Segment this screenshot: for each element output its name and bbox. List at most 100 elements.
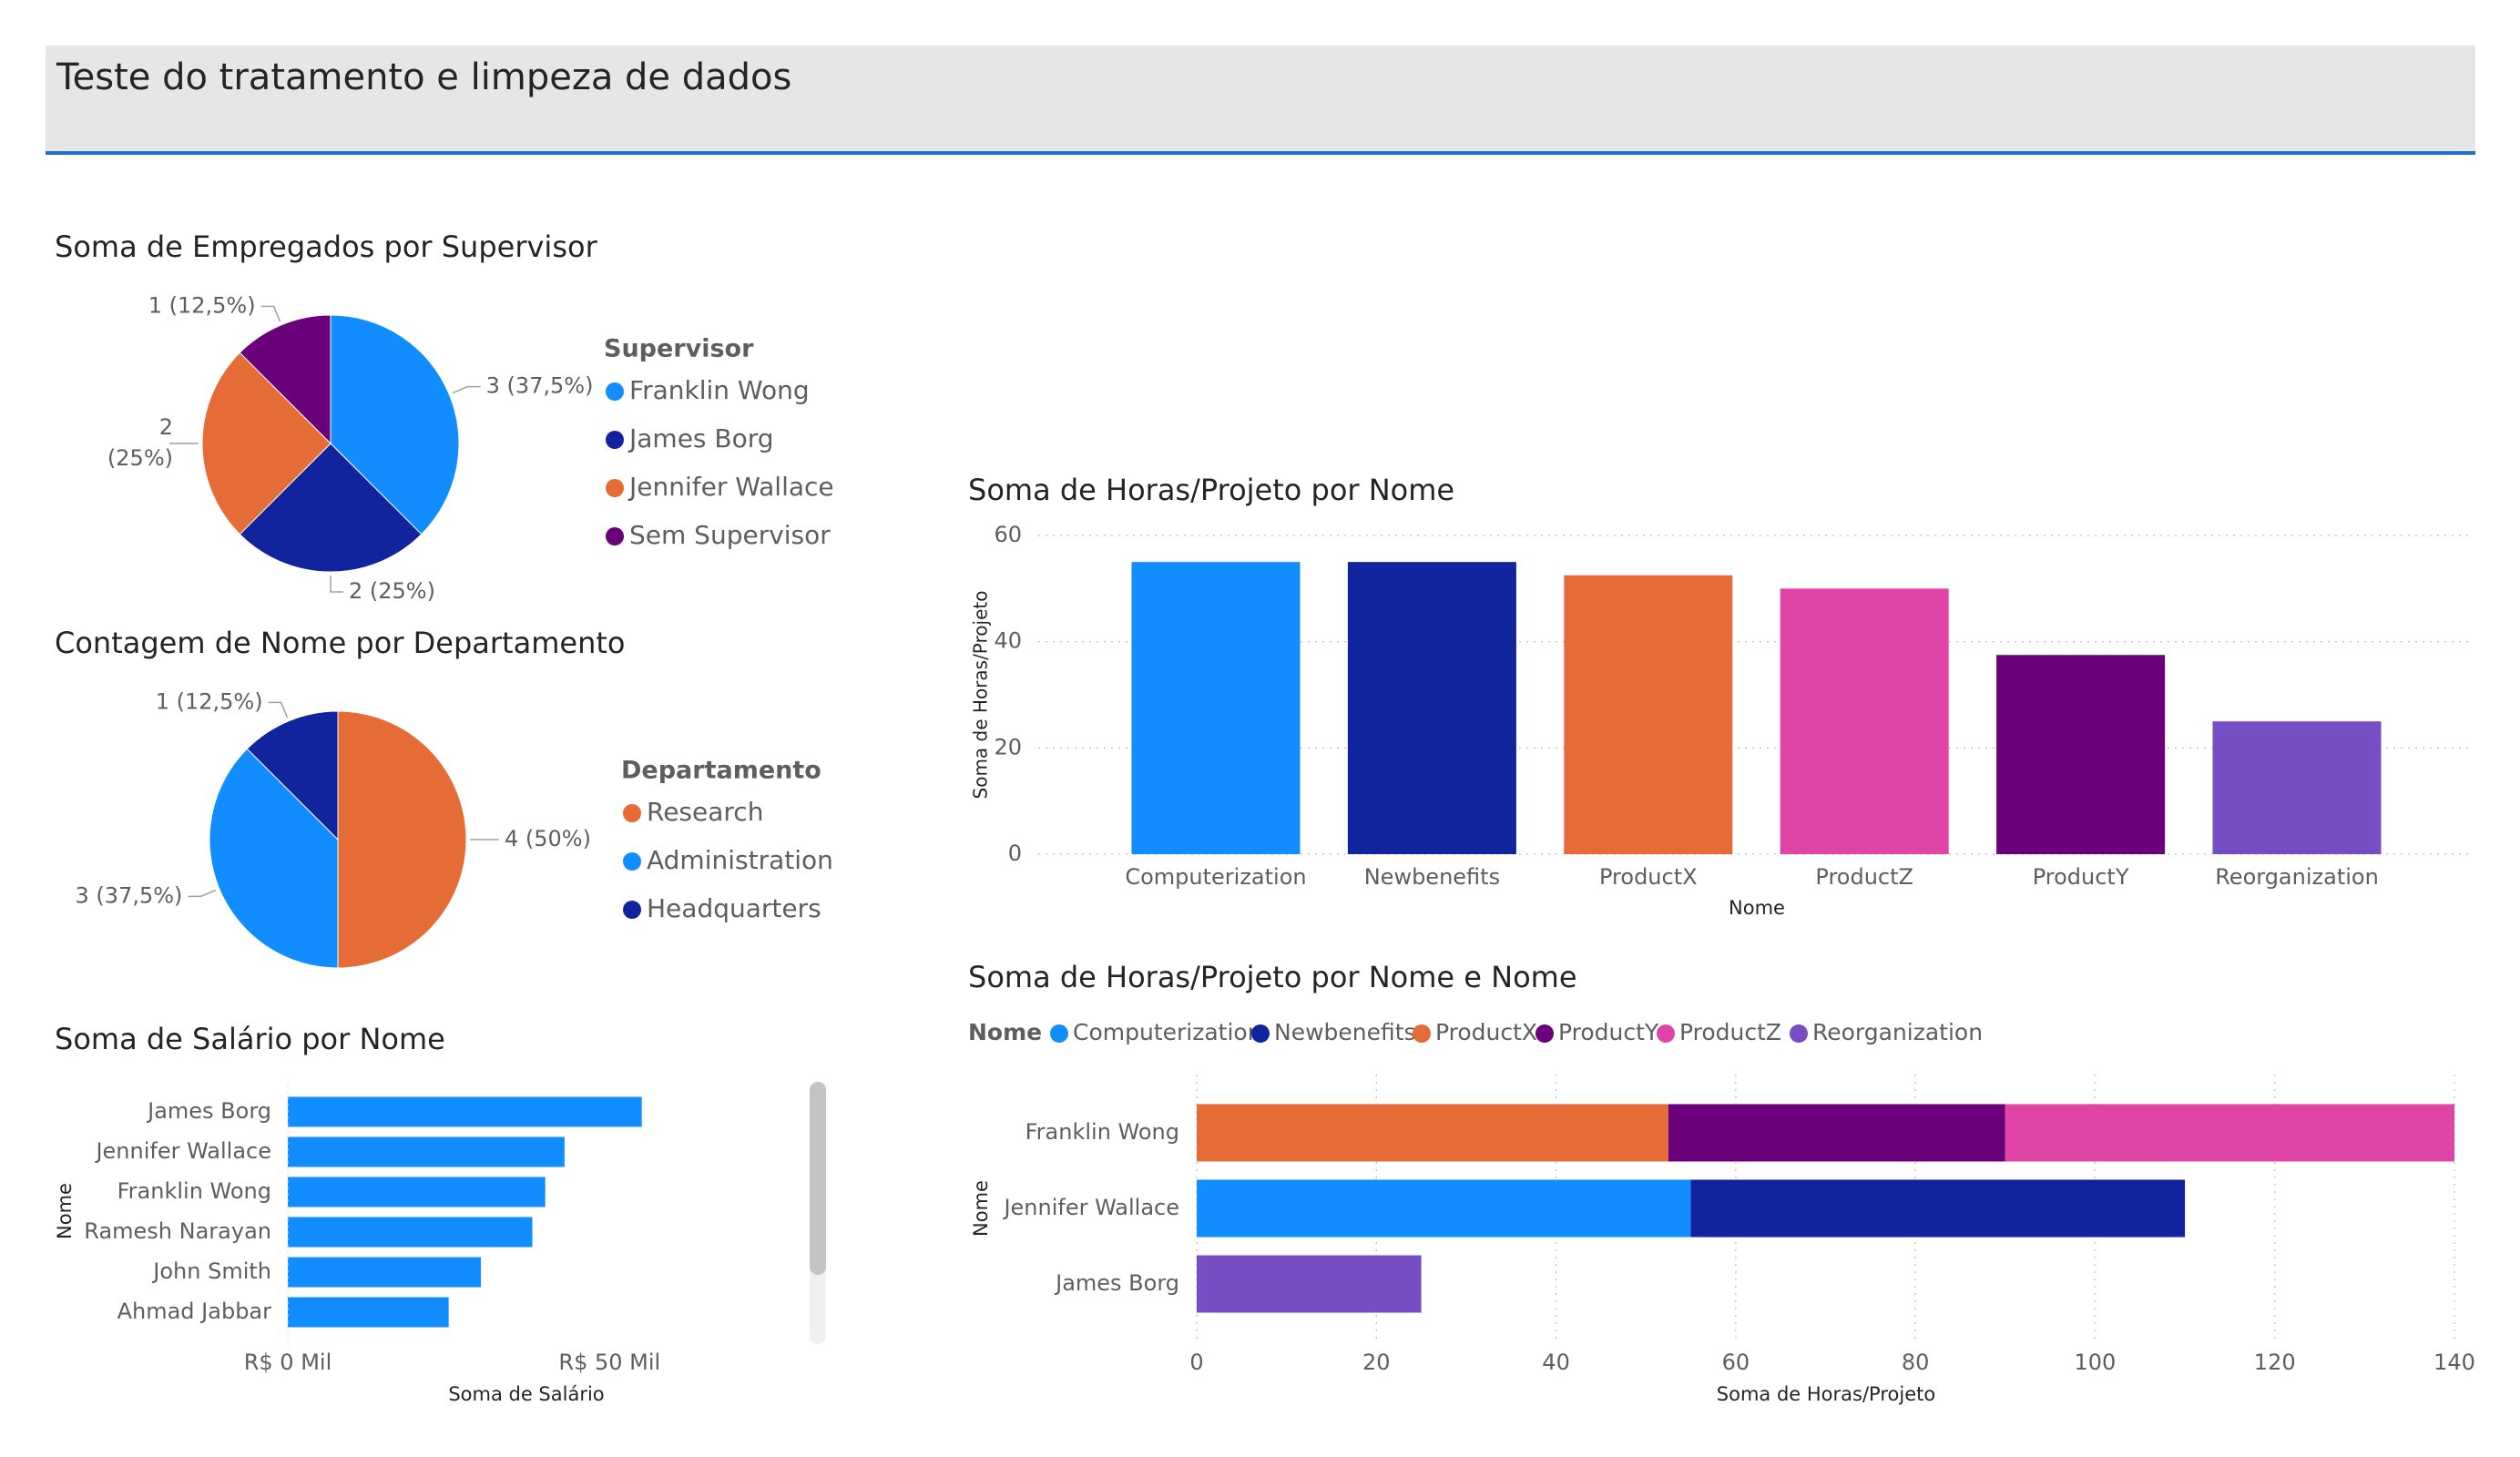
stacked-legend-computerization: Computerization xyxy=(1073,1019,1262,1045)
salary-category-label: Franklin Wong xyxy=(117,1178,271,1204)
stacked-category-label: James Borg xyxy=(1054,1270,1179,1296)
salary-category-label: Ahmad Jabbar xyxy=(117,1299,272,1324)
hours-x-axis-title: Nome xyxy=(1729,897,1785,919)
supervisor-pie-legend-franklin-wong: Franklin Wong xyxy=(629,375,810,405)
supervisor-pie-data-label: 3 (37,5%) xyxy=(486,373,594,399)
hours-bar-producty[interactable] xyxy=(1996,655,2166,854)
supervisor-pie-data-label: 2 (25%) xyxy=(349,578,435,604)
stacked-legend-producty: ProductY xyxy=(1558,1019,1659,1045)
salary-bar-john-smith[interactable] xyxy=(288,1257,481,1288)
department-pie-legend-headquarters: Headquarters xyxy=(647,893,821,923)
stacked-legend-newbenefits: Newbenefits xyxy=(1274,1019,1416,1045)
salary-bar-chart: Soma de Salário por Nome James Borg Jennif… xyxy=(54,1022,660,1405)
stacked-segment-james-borg-reorganization[interactable] xyxy=(1197,1255,1422,1313)
stacked-x-tick-label: 20 xyxy=(1362,1350,1391,1375)
stacked-legend-title: Nome xyxy=(968,1019,1042,1045)
report-canvas: Soma de Empregados por Supervisor 3 (37,5… xyxy=(54,229,2475,1405)
department-pie-data-label: 4 (50%) xyxy=(505,826,591,851)
salary-bar-jennifer-wallace[interactable] xyxy=(288,1136,565,1167)
department-pie-data-label: 1 (12,5%) xyxy=(156,688,263,714)
hours-bar-reorganization[interactable] xyxy=(2212,721,2382,854)
department-pie-legend-research: Research xyxy=(647,797,763,827)
circle-icon xyxy=(1657,1024,1675,1043)
supervisor-pie-data-label: 2 xyxy=(159,414,173,440)
stacked-x-axis-title: Soma de Horas/Projeto xyxy=(1717,1383,1935,1405)
department-pie-legend-title: Departamento xyxy=(621,757,821,785)
salary-category-label: Jennifer Wallace xyxy=(94,1138,271,1164)
supervisor-pie-legend-sem-supervisor: Sem Supervisor xyxy=(629,520,831,550)
stacked-x-tick-label: 60 xyxy=(1722,1350,1750,1375)
stacked-x-tick-label: 80 xyxy=(1902,1350,1930,1375)
department-pie-leader-line xyxy=(188,889,217,898)
stacked-segment-jennifer-wallace-computerization[interactable] xyxy=(1197,1179,1691,1238)
hours-stacked-bar-chart: Soma de Horas/Projeto por Nome e Nome Nom… xyxy=(968,960,2475,1405)
circle-icon xyxy=(1050,1024,1068,1043)
hours-x-tick-label: ProductZ xyxy=(1815,864,1913,890)
stacked-category-label: Jennifer Wallace xyxy=(1002,1195,1179,1220)
hours-x-tick-label: Newbenefits xyxy=(1364,864,1500,890)
stacked-legend-productx: ProductX xyxy=(1435,1019,1537,1045)
stacked-x-tick-label: 0 xyxy=(1189,1350,1203,1375)
stacked-x-tick-label: 100 xyxy=(2075,1350,2117,1375)
stacked-x-tick-label: 140 xyxy=(2433,1350,2475,1375)
department-pie-slice-research[interactable] xyxy=(337,710,467,969)
stacked-legend: Nome Computerization Newbenefits ProductX Pr… xyxy=(968,1019,1983,1045)
circle-icon xyxy=(606,382,624,401)
salary-bar-ahmad-jabbar[interactable] xyxy=(288,1297,449,1328)
salary-x-axis-title: Soma de Salário xyxy=(448,1383,604,1405)
salary-bar-ramesh-narayan[interactable] xyxy=(288,1217,533,1248)
stacked-y-axis-title: Nome xyxy=(970,1180,992,1237)
salary-category-label: John Smith xyxy=(151,1258,271,1284)
salary-y-axis-title: Nome xyxy=(54,1183,76,1239)
stacked-legend-reorganization: Reorganization xyxy=(1812,1019,1983,1045)
hours-x-tick-label: ProductX xyxy=(1599,864,1698,890)
stacked-segment-franklin-wong-productx[interactable] xyxy=(1197,1104,1668,1162)
hours-y-axis-title: Soma de Horas/Projeto xyxy=(970,591,992,800)
circle-icon xyxy=(1535,1024,1554,1043)
stacked-chart-title: Soma de Horas/Projeto por Nome e Nome xyxy=(968,960,1577,994)
department-pie-chart: Contagem de Nome por Departamento 4 (50%)… xyxy=(55,626,833,969)
supervisor-pie-title: Soma de Empregados por Supervisor xyxy=(55,229,598,264)
hours-y-tick-label: 40 xyxy=(994,628,1022,654)
hours-x-tick-label: ProductY xyxy=(2033,864,2129,890)
circle-icon xyxy=(623,804,641,822)
salary-x-tick-label: R$ 50 Mil xyxy=(558,1350,660,1375)
salary-category-label: Ramesh Narayan xyxy=(84,1218,271,1244)
hours-chart-title: Soma de Horas/Projeto por Nome xyxy=(968,473,1454,507)
hours-bar-newbenefits[interactable] xyxy=(1347,562,1516,854)
department-pie-title: Contagem de Nome por Departamento xyxy=(55,626,625,660)
circle-icon xyxy=(606,479,624,497)
supervisor-pie-data-label: 1 (12,5%) xyxy=(148,292,256,318)
stacked-segment-franklin-wong-productz[interactable] xyxy=(2005,1104,2454,1162)
supervisor-pie-legend-jennifer-wallace: Jennifer Wallace xyxy=(627,472,834,502)
department-pie-legend: Departamento Research Administration Headqu… xyxy=(621,757,833,924)
salary-chart-title: Soma de Salário por Nome xyxy=(55,1022,445,1056)
hours-bar-productx[interactable] xyxy=(1564,575,1733,854)
department-pie-legend-administration: Administration xyxy=(647,845,833,875)
hours-vertical-bar-chart: Soma de Horas/Projeto por Nome 0 20 40 60 Com… xyxy=(968,473,2468,919)
salary-bar-james-borg[interactable] xyxy=(288,1096,642,1127)
stacked-segment-franklin-wong-producty[interactable] xyxy=(1668,1104,2005,1162)
supervisor-pie-legend: Supervisor Franklin Wong James Borg Jennife… xyxy=(604,335,834,551)
circle-icon xyxy=(623,901,641,919)
hours-bar-productz[interactable] xyxy=(1780,588,1949,854)
stacked-legend-productz: ProductZ xyxy=(1679,1019,1781,1045)
hours-x-tick-label: Reorganization xyxy=(2215,864,2379,890)
circle-icon xyxy=(1413,1024,1431,1043)
stacked-x-tick-label: 40 xyxy=(1542,1350,1570,1375)
stacked-segment-jennifer-wallace-newbenefits[interactable] xyxy=(1690,1179,2186,1238)
department-pie-data-label: 3 (37,5%) xyxy=(76,882,183,908)
circle-icon xyxy=(606,527,624,545)
hours-y-tick-label: 60 xyxy=(994,522,1022,547)
hours-y-tick-label: 0 xyxy=(1008,841,1022,866)
supervisor-pie-data-label: (25%) xyxy=(107,445,173,471)
supervisor-pie-legend-james-borg: James Borg xyxy=(627,423,774,453)
hours-y-tick-label: 20 xyxy=(994,734,1022,759)
hours-bar-computerization[interactable] xyxy=(1131,562,1301,854)
circle-icon xyxy=(606,431,624,449)
salary-bar-franklin-wong[interactable] xyxy=(288,1177,546,1207)
circle-icon xyxy=(623,852,641,871)
circle-icon xyxy=(1251,1024,1270,1043)
circle-icon xyxy=(1790,1024,1808,1043)
hours-x-tick-label: Computerization xyxy=(1125,864,1306,890)
